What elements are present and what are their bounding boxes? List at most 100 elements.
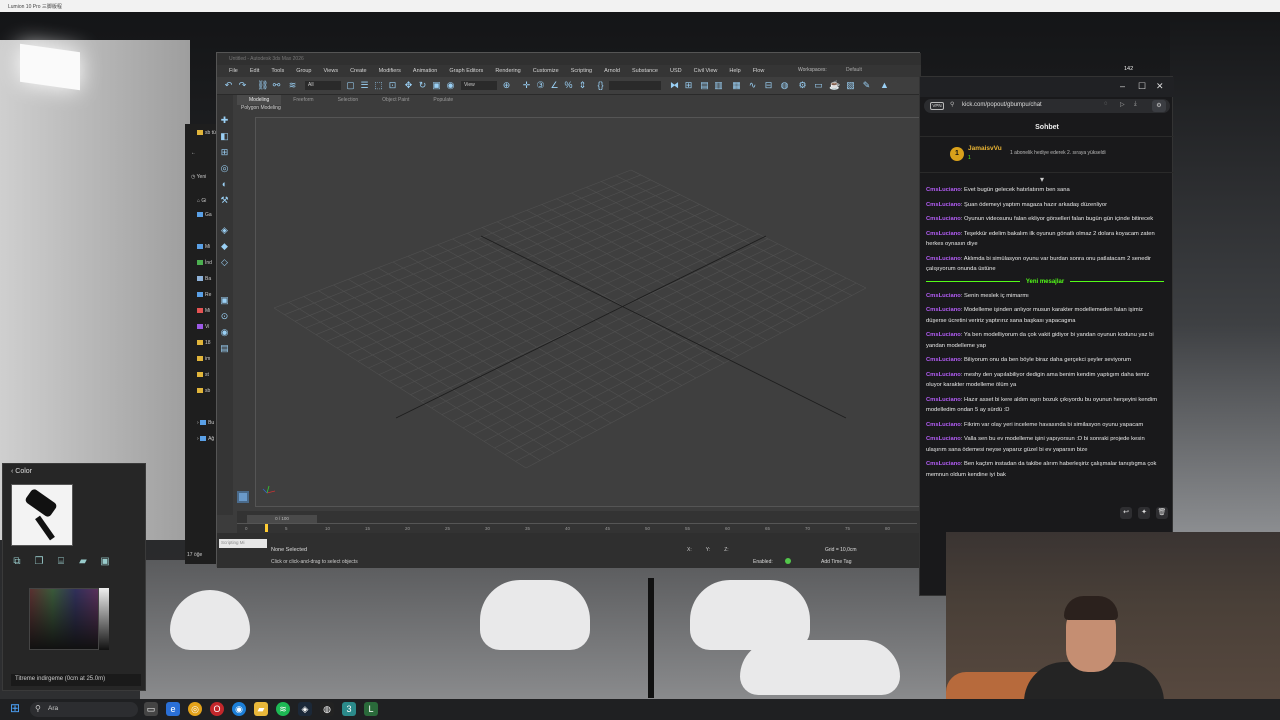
chat-message[interactable]: CmsLuciano: Ben kaçtım instadan da takib… — [926, 459, 1164, 480]
menu-tools[interactable]: Tools — [265, 65, 290, 77]
bind-spacewarp-icon[interactable]: ≋ — [287, 80, 298, 91]
utilities-icon[interactable]: ⚒ — [219, 195, 230, 206]
explorer-item[interactable]: Ga — [197, 212, 212, 218]
vpn-badge[interactable]: VPN — [930, 102, 944, 110]
extension-icon[interactable]: ⚙ — [1152, 100, 1166, 112]
chrome-icon[interactable]: ◎ — [188, 702, 202, 716]
paste-icon[interactable]: ❐ — [33, 556, 45, 568]
explorer-item[interactable]: ⌂ Gi — [197, 198, 206, 204]
3ds-max-icon[interactable]: 3 — [342, 702, 356, 716]
explorer-item[interactable]: 18 — [197, 340, 211, 346]
chat-message[interactable]: CmsLuciano: Teşekkür edelim bakalım ilk … — [926, 229, 1164, 250]
menu-views[interactable]: Views — [318, 65, 345, 77]
curve-editor-icon[interactable]: ∿ — [747, 80, 758, 91]
tab-selection[interactable]: Selection — [326, 95, 371, 105]
angle-snap-icon[interactable]: ∠ — [549, 80, 560, 91]
menu-flow[interactable]: Flow — [747, 65, 771, 77]
menu-group[interactable]: Group — [290, 65, 317, 77]
hierarchy-icon[interactable]: ⊞ — [219, 147, 230, 158]
send-icon[interactable]: ▷ — [1120, 101, 1125, 108]
pin-icon[interactable]: ✦ — [1138, 507, 1150, 519]
select-object-icon[interactable]: ▢ — [345, 80, 356, 91]
browser-icon[interactable]: ◉ — [232, 702, 246, 716]
chat-username[interactable]: CmsLuciano — [926, 357, 961, 363]
chat-message[interactable]: CmsLuciano: Hazır asset bi kere aldım aş… — [926, 395, 1164, 416]
address-bar[interactable]: VPN ⚲ kick.com/popout/gbumpu/chat ◌ ▷ ⤓ … — [924, 99, 1170, 113]
chat-username[interactable]: CmsLuciano — [926, 256, 961, 262]
menu-help[interactable]: Help — [723, 65, 746, 77]
ribbon-panel-label[interactable]: Polygon Modeling — [237, 105, 437, 113]
add-time-tag[interactable]: Add Time Tag — [821, 559, 851, 565]
explorer-item[interactable]: Mi — [197, 308, 210, 314]
explorer-item[interactable]: sb tü — [197, 130, 216, 136]
url-text[interactable]: kick.com/popout/gbumpu/chat — [962, 102, 1042, 108]
chat-username[interactable]: CmsLuciano — [926, 293, 961, 299]
menu-modifiers[interactable]: Modifiers — [373, 65, 407, 77]
move-icon[interactable]: ✥ — [403, 80, 414, 91]
material-editor-icon[interactable]: ◍ — [779, 80, 790, 91]
scale-icon[interactable]: ▣ — [431, 80, 442, 91]
chat-username[interactable]: CmsLuciano — [926, 436, 961, 442]
rotate-icon[interactable]: ↻ — [417, 80, 428, 91]
tab-object-paint[interactable]: Object Paint — [370, 95, 421, 105]
site-info-icon[interactable]: ⚲ — [950, 101, 954, 108]
adaptive-degradation-toggle[interactable]: Enabled: — [753, 559, 773, 565]
maximize-icon[interactable]: ☐ — [1138, 81, 1146, 92]
window-crossing-icon[interactable]: ⊡ — [387, 80, 398, 91]
tool-icon[interactable]: ▤ — [219, 343, 230, 354]
spotify-icon[interactable]: ≋ — [276, 702, 290, 716]
tool-icon[interactable]: ▣ — [219, 295, 230, 306]
explorer-item[interactable]: st — [197, 372, 209, 378]
chat-username[interactable]: CmsLuciano — [926, 372, 961, 378]
edge-icon[interactable]: e — [166, 702, 180, 716]
delete-icon[interactable]: 🗑 — [1156, 507, 1168, 519]
tab-populate[interactable]: Populate — [421, 95, 465, 105]
menu-scripting[interactable]: Scripting — [565, 65, 598, 77]
render-extra-icon[interactable]: ▲ — [879, 80, 890, 91]
windows-start-icon[interactable]: ⊞ — [10, 702, 23, 715]
perspective-viewport[interactable] — [255, 117, 921, 507]
chat-message[interactable]: CmsLuciano: Modelleme işinden anlıyor mu… — [926, 305, 1164, 326]
tool-icon[interactable]: ◉ — [219, 327, 230, 338]
explorer-item[interactable]: Mi — [197, 244, 210, 250]
tab-freeform[interactable]: Freeform — [281, 95, 325, 105]
chat-message[interactable]: CmsLuciano: Aklımda bi simülasyon oyunu … — [926, 254, 1164, 275]
menu-civil-view[interactable]: Civil View — [688, 65, 724, 77]
render-production-icon[interactable]: ☕ — [829, 80, 840, 91]
menu-create[interactable]: Create — [344, 65, 373, 77]
motion-icon[interactable]: ◎ — [219, 163, 230, 174]
chat-message[interactable]: CmsLuciano: meshy den yapılabiliyor dedi… — [926, 370, 1164, 391]
explorer-item[interactable]: › Ağ — [197, 436, 214, 442]
display-icon[interactable]: ◐ — [219, 179, 230, 190]
render-icon[interactable]: ▧ — [845, 80, 856, 91]
chat-message[interactable]: CmsLuciano: Valla sen bu ev modelleme iş… — [926, 434, 1164, 455]
keyboard-shortcut-icon[interactable]: ✛ — [521, 80, 532, 91]
select-by-name-icon[interactable]: ☰ — [359, 80, 370, 91]
ribbon-toggle-icon[interactable]: ▦ — [731, 80, 742, 91]
chat-username[interactable]: CmsLuciano — [926, 422, 961, 428]
steam-icon[interactable]: ◈ — [298, 702, 312, 716]
tool-icon[interactable]: ◆ — [219, 241, 230, 252]
reply-icon[interactable]: ↩ — [1120, 507, 1132, 519]
render-setup-icon[interactable]: ⚙ — [797, 80, 808, 91]
snaps-toggle-icon[interactable]: ③ — [535, 80, 546, 91]
explorer-item[interactable]: ◷ Yeni — [191, 174, 206, 180]
color-picker[interactable] — [29, 588, 99, 650]
placement-icon[interactable]: ◉ — [445, 80, 456, 91]
layer-explorer-icon[interactable]: ▤ — [699, 80, 710, 91]
tool-icon[interactable]: ◈ — [219, 225, 230, 236]
explorer-item[interactable]: › Bu — [197, 420, 214, 426]
redo-icon[interactable]: ↷ — [237, 80, 248, 91]
create-icon[interactable]: ✚ — [219, 115, 230, 126]
chat-message[interactable]: CmsLuciano: Senin meslek iç mimarmı — [926, 291, 1164, 302]
chat-message[interactable]: CmsLuciano: Biliyorum onu da ben böyle b… — [926, 355, 1164, 366]
tab-modeling[interactable]: Modeling — [237, 95, 282, 105]
back-arrow-icon[interactable]: ← — [191, 150, 196, 156]
rect-region-icon[interactable]: ⬚ — [373, 80, 384, 91]
unlink-icon[interactable]: ⚯ — [271, 80, 282, 91]
scene-explorer-icon[interactable]: ▥ — [713, 80, 724, 91]
taskbar-search[interactable]: ⚲ Ara — [30, 702, 138, 717]
selection-filter-dropdown[interactable]: All — [305, 81, 341, 90]
file-explorer-icon[interactable]: ▰ — [254, 702, 268, 716]
brightness-slider[interactable] — [99, 588, 109, 650]
